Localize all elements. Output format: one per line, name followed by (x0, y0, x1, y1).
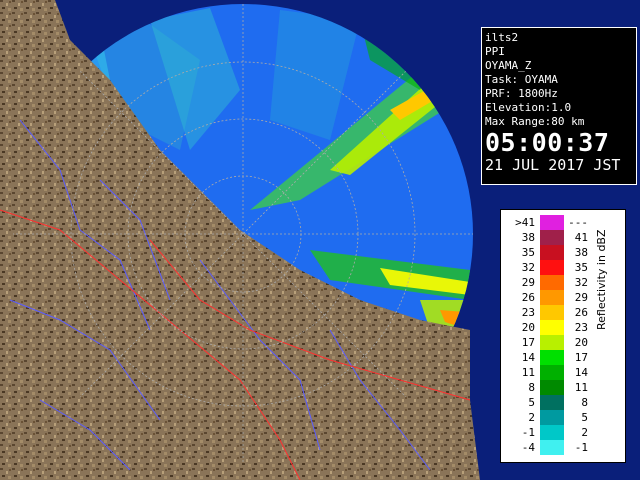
legend-lower-bound: 14 (521, 351, 535, 364)
prf-value: PRF: 1800Hz (485, 87, 558, 100)
legend-lower-bound: 32 (521, 261, 535, 274)
legend-lower-bound: 26 (521, 291, 535, 304)
legend-lower-bound: 2 (528, 411, 535, 424)
legend-title: Reflectivity in dBZ (595, 229, 608, 330)
legend-lower-bound: -1 (521, 426, 535, 439)
legend-upper-bound: 26 (574, 306, 588, 319)
elevation-value: Elevation:1.0 (485, 101, 572, 114)
legend-upper-bound: 29 (574, 291, 588, 304)
legend-upper-bound: 14 (574, 366, 588, 379)
legend-lower-bound: >41 (515, 216, 535, 229)
legend-upper-bound: 23 (574, 321, 588, 334)
scan-date: 21 JUL 2017 JST (485, 156, 621, 174)
scan-time: 05:00:37 (485, 128, 610, 157)
legend-upper-bound: 41 (574, 231, 588, 244)
legend-upper-bound: 38 (574, 246, 588, 259)
legend-lower-bound: -4 (521, 441, 535, 454)
legend-lower-bound: 38 (521, 231, 535, 244)
legend-upper-bound: 20 (574, 336, 588, 349)
legend-lower-bound: 5 (528, 396, 535, 409)
legend-lower-bound: 23 (521, 306, 535, 319)
legend-upper-bound: 11 (574, 381, 588, 394)
legend-upper-bound: 32 (574, 276, 588, 289)
legend-upper-bound: --- (568, 216, 588, 229)
legend-upper-bound: 2 (581, 426, 588, 439)
task-name: Task: OYAMA (485, 73, 558, 86)
radar-name: ilts2 (485, 31, 519, 44)
legend-lower-bound: 17 (521, 336, 535, 349)
radar-info-panel: ilts2 PPI OYAMA_Z Task: OYAMA PRF: 1800H… (481, 27, 637, 185)
legend-lower-bound: 11 (521, 366, 535, 379)
legend-lower-bound: 29 (521, 276, 535, 289)
scan-mode: PPI (485, 45, 505, 58)
legend-upper-bound: 17 (574, 351, 588, 364)
legend-upper-bound: -1 (574, 441, 588, 454)
legend-lower-bound: 8 (528, 381, 535, 394)
legend-upper-bound: 5 (581, 411, 588, 424)
product-name: OYAMA_Z (485, 59, 532, 72)
reflectivity-legend: Reflectivity in dBZ >41 --- 38 41 35 38 32 35 29… (500, 209, 626, 463)
max-range-value: Max Range:80 km (485, 115, 585, 128)
legend-lower-bound: 20 (521, 321, 535, 334)
legend-upper-bound: 8 (581, 396, 588, 409)
legend-lower-bound: 35 (521, 246, 535, 259)
legend-upper-bound: 35 (574, 261, 588, 274)
